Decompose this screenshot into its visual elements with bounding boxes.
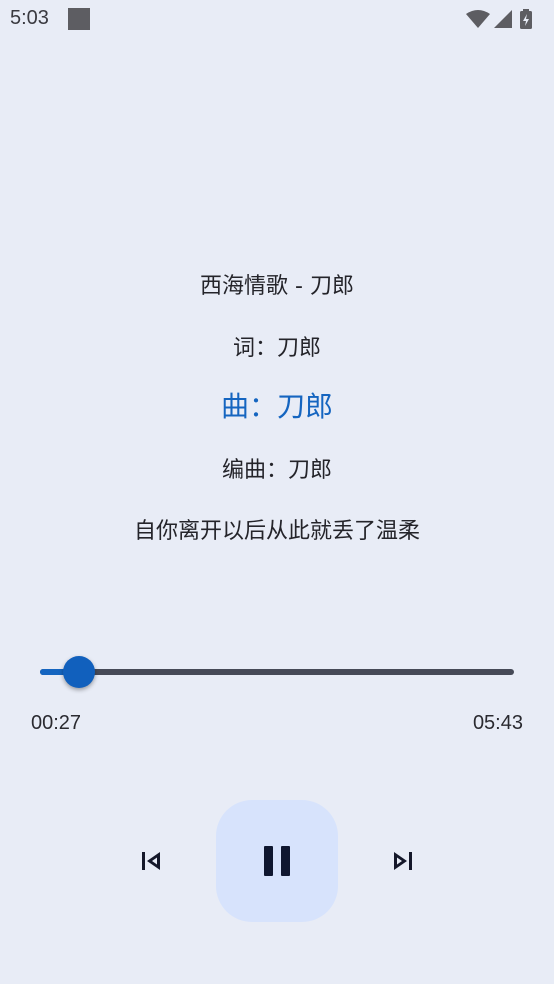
status-bar: 5:03 <box>0 0 554 40</box>
playback-controls <box>0 800 554 922</box>
lyric-line: 词：刀郎 <box>232 336 321 361</box>
skip-next-icon <box>394 852 412 870</box>
notification-square-icon <box>68 8 90 30</box>
skip-previous-icon <box>142 852 160 870</box>
status-icons <box>464 8 544 30</box>
lyric-line-active: 曲：刀郎 <box>220 390 333 423</box>
battery-charging-icon <box>520 9 532 29</box>
status-time: 5:03 <box>10 7 49 29</box>
total-time: 05:43 <box>472 712 523 734</box>
pause-icon <box>264 846 290 876</box>
lyric-line: 自你离开以后从此就丢了温柔 <box>133 519 420 544</box>
next-button[interactable] <box>378 836 428 886</box>
play-pause-button[interactable] <box>216 800 338 922</box>
seek-bar[interactable] <box>40 669 514 675</box>
lyric-line: 编曲：刀郎 <box>221 458 332 483</box>
signal-icon <box>494 10 512 28</box>
previous-button[interactable] <box>126 836 176 886</box>
seek-bar-thumb[interactable] <box>63 656 96 688</box>
current-time: 00:27 <box>31 712 82 734</box>
lyric-line: 西海情歌 - 刀郎 <box>200 274 354 299</box>
progress-area: 00:27 05:43 <box>0 650 554 750</box>
wifi-icon <box>466 10 490 28</box>
